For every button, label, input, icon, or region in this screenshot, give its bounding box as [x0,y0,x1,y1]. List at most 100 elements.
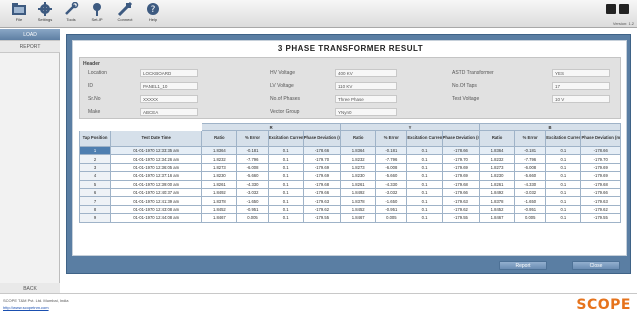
table-cell: -179.55 [580,213,621,223]
phase-group-header: R [201,123,342,131]
table-cell: -6.008 [514,162,547,173]
table-row[interactable]: 8 01-01-1970 12:43:08 am 1.8452 -0.951 0.1 -1… [78,204,621,215]
table-cell: 0.1 [267,179,304,189]
table-cell: 1.8452 [478,204,516,215]
svg-text:?: ? [151,5,156,15]
column-header: Excitation Current (mA) [406,130,443,147]
phase-group-header: Y [340,123,480,131]
table-cell: -0.951 [514,204,547,215]
table-cell: -179.69 [441,171,480,181]
column-header-date: Test Date Time [110,130,203,147]
table-cell: 0.1 [267,162,304,173]
nav-load-button[interactable]: LOAD [0,29,60,41]
table-cell: -1.650 [514,196,547,206]
table-cell: -179.69 [302,162,342,173]
table-row[interactable]: 1 01-01-1970 12:33:35 am 1.8364 -0.181 0.1 -1… [78,145,621,156]
main-panel: 3 PHASE TRANSFORMER RESULT Header Locati… [66,34,631,274]
table-cell: 1.8492 [201,187,238,198]
table-row[interactable]: 9 01-01-1970 12:44:08 am 1.8467 0.005 0.1 -17… [78,213,621,223]
minimize-icon[interactable] [605,4,616,14]
toolbar-file-button[interactable]: File [6,2,32,26]
table-cell: -6.008 [236,162,269,173]
table-cell: -179.63 [302,196,342,206]
test-voltage-label: Test Voltage [452,96,480,102]
table-cell: -1.650 [375,196,408,206]
table-row[interactable]: 4 01-01-1970 12:37:16 am 1.8230 -5.660 0.1 -1… [78,171,621,181]
id-label: ID [88,83,93,89]
table-cell: 1.8230 [340,171,377,181]
table-cell: -178.66 [302,145,342,156]
table-cell: -179.62 [441,204,480,215]
close-icon[interactable] [619,4,629,14]
report-button[interactable]: Report [499,261,547,270]
toolbar-label: Connect [117,17,133,22]
table-cell: -5.660 [514,171,547,181]
table-cell: 0.1 [545,187,582,198]
website-link[interactable]: http://www.scopetnm.com [3,305,49,310]
table-cell: 1.8261 [201,179,238,189]
hv-voltage-label: HV Voltage [270,70,296,76]
make-label: Make [88,109,101,115]
table-cell: 0.1 [406,213,443,223]
table-cell: 1.8378 [478,196,516,206]
column-header: Phase Deviation (min) [302,130,342,147]
column-header: Phase Deviation (min) [441,130,480,147]
table-cell: -179.69 [302,171,342,181]
table-row[interactable]: 7 01-01-1970 12:41:39 am 1.8378 -1.650 0.1 -1… [78,196,621,206]
table-cell: -179.70 [441,154,480,164]
column-header: Excitation Current (mA) [545,130,582,147]
close-button[interactable]: Close [572,261,620,270]
toolbar-label: Tools [66,17,76,22]
plug-icon [117,2,133,16]
table-cell: -179.68 [302,179,342,189]
spacer [78,123,203,131]
table-cell: -0.951 [375,204,408,215]
table-cell: 1.8232 [340,154,377,164]
table-cell: -179.68 [441,179,480,189]
table-cell: 8 [78,204,112,215]
astd-transformer-field: YES [552,69,610,77]
toolbar-setip-button[interactable]: Set-IP [84,2,110,26]
column-header-tap: Tap Position [78,130,112,147]
table-cell: 1.8467 [201,213,238,223]
table-cell: -179.70 [580,154,621,164]
toolbar-label: Help [148,17,158,22]
toolbar-settings-button[interactable]: Settings [32,2,58,26]
table-row[interactable]: 3 01-01-1970 12:36:05 am 1.8273 -6.008 0.1 -1… [78,162,621,173]
table-cell: -0.181 [236,145,269,156]
table-cell: -4.330 [375,179,408,189]
nav-report-button[interactable]: REPORT [0,41,60,53]
column-header: Phase Deviation (min) [580,130,621,147]
table-cell: -179.68 [580,179,621,189]
table-row[interactable]: 2 01-01-1970 12:34:26 am 1.8232 -7.796 0.1 -1… [78,154,621,164]
table-cell: 01-01-1970 12:37:16 am [110,171,203,181]
table-row[interactable]: 5 01-01-1970 12:39:00 am 1.8261 -4.330 0.1 -1… [78,179,621,189]
vector-group-field: YNyn0 [335,108,397,116]
make-field: ABCEA [140,108,198,116]
table-cell: -7.796 [514,154,547,164]
table-cell: 1.8378 [201,196,238,206]
result-panel: 3 PHASE TRANSFORMER RESULT Header Locati… [72,40,627,256]
astd-transformer-label: ASTD Transformer [452,70,494,76]
table-row[interactable]: 6 01-01-1970 12:40:37 am 1.8492 -3.032 0.1 -1… [78,187,621,198]
table-cell: 0.1 [406,179,443,189]
table-cell: 0.1 [545,179,582,189]
page-title: 3 PHASE TRANSFORMER RESULT [277,44,424,53]
toolbar-connect-button[interactable]: Connect [112,2,138,26]
table-cell: -4.330 [236,179,269,189]
toolbar-help-button[interactable]: ? Help [140,2,166,26]
srno-field: XXXXX [140,95,198,103]
table-cell: 0.1 [545,204,582,215]
table-cell: -179.69 [441,162,480,173]
toolbar-tools-button[interactable]: Tools [58,2,84,26]
vector-group-label: Vector Group [270,109,300,115]
table-cell: -0.181 [375,145,408,156]
table-cell: 01-01-1970 12:33:35 am [110,145,203,156]
column-header: Ratio [201,130,238,147]
toolbar-label: File [15,17,23,22]
help-icon: ? [147,3,159,15]
table-cell: 1.8273 [478,162,516,173]
table-cell: -179.55 [441,213,480,223]
table-cell: 01-01-1970 12:43:08 am [110,204,203,215]
table-cell: 1.8364 [340,145,377,156]
